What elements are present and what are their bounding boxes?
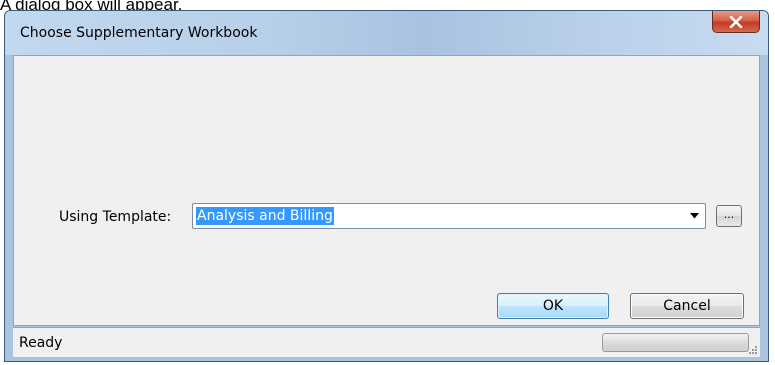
browse-button[interactable]: ... — [716, 205, 742, 227]
progress-bar — [602, 333, 749, 352]
dialog-window: Choose Supplementary Workbook Using Temp… — [4, 10, 769, 362]
template-combobox[interactable]: Analysis and Billing — [192, 203, 706, 229]
ok-button[interactable]: OK — [497, 293, 609, 319]
close-x-icon — [729, 15, 743, 28]
status-bar: Ready — [13, 327, 760, 357]
resize-grip-icon[interactable] — [748, 345, 758, 355]
dropdown-arrow-icon[interactable] — [690, 213, 699, 219]
window-title: Choose Supplementary Workbook — [20, 25, 258, 41]
status-text: Ready — [19, 335, 63, 351]
dialog-body: Using Template: Analysis and Billing ...… — [13, 55, 760, 326]
close-button[interactable] — [712, 11, 760, 33]
cancel-button[interactable]: Cancel — [630, 293, 744, 319]
using-template-label: Using Template: — [59, 209, 172, 225]
template-combobox-value[interactable]: Analysis and Billing — [196, 207, 334, 225]
title-bar[interactable]: Choose Supplementary Workbook — [5, 11, 768, 55]
